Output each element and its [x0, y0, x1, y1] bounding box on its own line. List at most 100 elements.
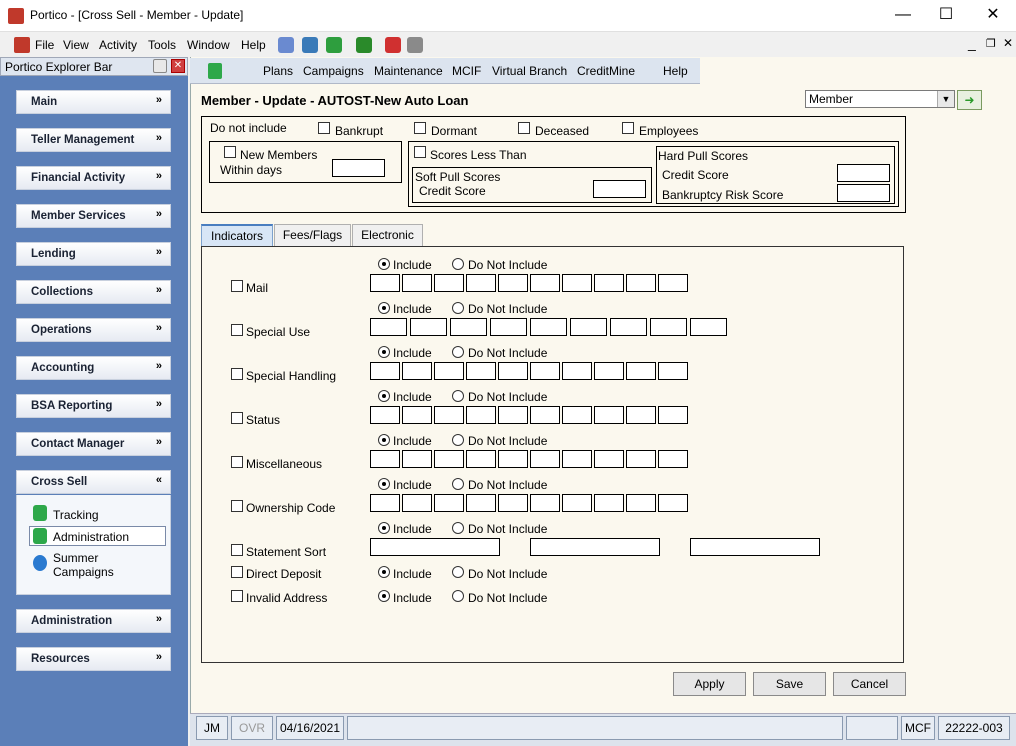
- new-members-checkbox[interactable]: [224, 146, 236, 158]
- do-not-include-radio[interactable]: [452, 390, 464, 402]
- cross-sell-campaigns[interactable]: Campaigns: [53, 565, 114, 579]
- indicator-checkbox[interactable]: [231, 500, 243, 512]
- menu-view[interactable]: View: [63, 38, 89, 52]
- dormant-checkbox[interactable]: [414, 122, 426, 134]
- mdi-close-icon[interactable]: ✕: [1003, 36, 1013, 50]
- menu-window[interactable]: Window: [187, 38, 230, 52]
- member-select[interactable]: Member ▼: [805, 90, 955, 108]
- explorer-section-cross-sell[interactable]: Cross Sell «: [16, 470, 171, 494]
- explorer-section-operations[interactable]: Operations »: [16, 318, 171, 342]
- printer-icon[interactable]: [407, 37, 423, 53]
- cancel-button[interactable]: Cancel: [833, 672, 906, 696]
- apply-button[interactable]: Apply: [673, 672, 746, 696]
- tab-fees-flags[interactable]: Fees/Flags: [274, 224, 351, 246]
- indicator-code-input[interactable]: [562, 450, 592, 468]
- indicator-code-input[interactable]: [434, 450, 464, 468]
- nav-creditmine[interactable]: CreditMine: [577, 64, 635, 78]
- green-doc-icon[interactable]: [208, 63, 222, 79]
- include-radio[interactable]: [378, 346, 390, 358]
- explorer-section-collections[interactable]: Collections »: [16, 280, 171, 304]
- pin-icon[interactable]: [153, 59, 167, 73]
- include-radio[interactable]: [378, 522, 390, 534]
- indicator-code-input[interactable]: [594, 494, 624, 512]
- explorer-section-bsa-reporting[interactable]: BSA Reporting »: [16, 394, 171, 418]
- indicator-code-input[interactable]: [690, 318, 727, 336]
- do-not-include-radio[interactable]: [452, 302, 464, 314]
- indicator-code-input[interactable]: [402, 406, 432, 424]
- nav-maintenance[interactable]: Maintenance: [374, 64, 443, 78]
- indicator-code-input[interactable]: [402, 274, 432, 292]
- indicator-code-input[interactable]: [498, 274, 528, 292]
- indicator-code-input[interactable]: [370, 494, 400, 512]
- maximize-button[interactable]: ☐: [923, 0, 969, 32]
- indicator-code-input[interactable]: [370, 406, 400, 424]
- menu-tools[interactable]: Tools: [148, 38, 176, 52]
- indicator-code-input[interactable]: [650, 318, 687, 336]
- nav-campaigns[interactable]: Campaigns: [303, 64, 364, 78]
- indicator-code-input[interactable]: [530, 362, 560, 380]
- indicator-code-input[interactable]: [402, 450, 432, 468]
- do-not-include-radio[interactable]: [452, 590, 464, 602]
- include-radio[interactable]: [378, 302, 390, 314]
- mdi-restore-icon[interactable]: ❐: [986, 37, 996, 50]
- indicator-checkbox[interactable]: [231, 544, 243, 556]
- nav-plans[interactable]: Plans: [263, 64, 293, 78]
- indicator-code-input[interactable]: [498, 362, 528, 380]
- explorer-section-lending[interactable]: Lending »: [16, 242, 171, 266]
- indicator-code-input[interactable]: [658, 362, 688, 380]
- indicator-code-input[interactable]: [658, 274, 688, 292]
- indicator-code-input[interactable]: [498, 494, 528, 512]
- include-radio[interactable]: [378, 478, 390, 490]
- indicator-code-input[interactable]: [594, 362, 624, 380]
- app-menu-icon[interactable]: [14, 37, 30, 53]
- nav-virtual-branch[interactable]: Virtual Branch: [492, 64, 567, 78]
- explorer-section-contact-manager[interactable]: Contact Manager »: [16, 432, 171, 456]
- soft-credit-score-input[interactable]: [593, 180, 646, 198]
- mdi-minimize-icon[interactable]: _: [968, 35, 976, 51]
- redo-arrow-icon[interactable]: [385, 37, 401, 53]
- indicator-checkbox[interactable]: [231, 324, 243, 336]
- indicator-code-input[interactable]: [450, 318, 487, 336]
- indicator-code-input[interactable]: [530, 494, 560, 512]
- explorer-close-icon[interactable]: ✕: [171, 59, 185, 73]
- go-arrow-button[interactable]: ➜: [957, 90, 982, 110]
- indicator-code-input[interactable]: [594, 274, 624, 292]
- indicator-code-input[interactable]: [434, 274, 464, 292]
- indicator-checkbox[interactable]: [231, 368, 243, 380]
- indicator-code-input[interactable]: [610, 318, 647, 336]
- tab-electronic[interactable]: Electronic: [352, 224, 423, 246]
- indicator-code-input[interactable]: [658, 494, 688, 512]
- indicator-code-input[interactable]: [498, 406, 528, 424]
- bankrupt-checkbox[interactable]: [318, 122, 330, 134]
- indicator-code-input[interactable]: [466, 494, 496, 512]
- indicator-code-input[interactable]: [562, 494, 592, 512]
- explorer-section-financial-activity[interactable]: Financial Activity »: [16, 166, 171, 190]
- wrench-icon[interactable]: [302, 37, 318, 53]
- scores-less-than-checkbox[interactable]: [414, 146, 426, 158]
- close-button[interactable]: ✕: [970, 0, 1016, 32]
- cross-sell-summer[interactable]: Summer: [53, 551, 98, 565]
- indicator-code-input[interactable]: [690, 538, 820, 556]
- indicator-code-input[interactable]: [370, 538, 500, 556]
- indicator-code-input[interactable]: [626, 274, 656, 292]
- indicator-code-input[interactable]: [594, 406, 624, 424]
- tab-indicators[interactable]: Indicators: [201, 224, 273, 246]
- explorer-section-accounting[interactable]: Accounting »: [16, 356, 171, 380]
- indicator-checkbox[interactable]: [231, 566, 243, 578]
- save-button[interactable]: Save: [753, 672, 826, 696]
- indicator-code-input[interactable]: [402, 494, 432, 512]
- indicator-checkbox[interactable]: [231, 590, 243, 602]
- include-radio[interactable]: [378, 566, 390, 578]
- do-not-include-radio[interactable]: [452, 346, 464, 358]
- explorer-section-teller-management[interactable]: Teller Management »: [16, 128, 171, 152]
- indicator-code-input[interactable]: [562, 406, 592, 424]
- indicator-code-input[interactable]: [530, 406, 560, 424]
- explorer-section-main[interactable]: Main »: [16, 90, 171, 114]
- indicator-code-input[interactable]: [562, 274, 592, 292]
- calculator-icon[interactable]: [278, 37, 294, 53]
- indicator-code-input[interactable]: [410, 318, 447, 336]
- menu-help[interactable]: Help: [241, 38, 266, 52]
- indicator-code-input[interactable]: [530, 538, 660, 556]
- indicator-code-input[interactable]: [434, 494, 464, 512]
- do-not-include-radio[interactable]: [452, 478, 464, 490]
